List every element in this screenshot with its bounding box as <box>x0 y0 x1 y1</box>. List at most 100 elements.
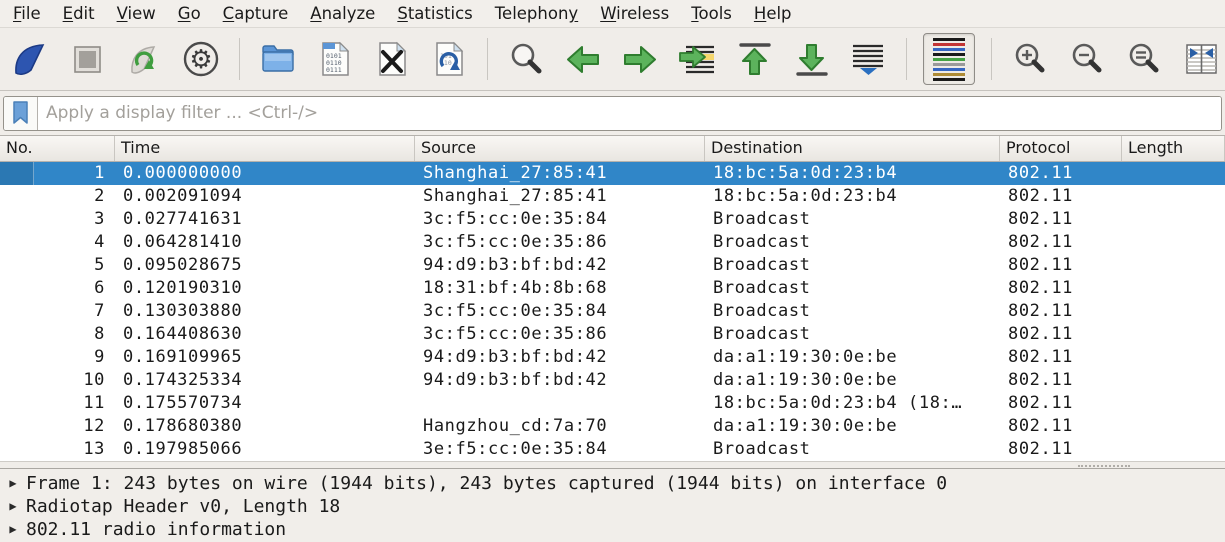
capture-options-button[interactable]: ⚙ <box>179 36 223 82</box>
folder-icon <box>259 40 297 78</box>
auto-scroll-button[interactable] <box>846 36 890 82</box>
open-file-button[interactable] <box>256 36 300 82</box>
menu-item-edit[interactable]: Edit <box>52 1 106 26</box>
packet-no: 12 <box>0 415 115 438</box>
packet-destination: Broadcast <box>705 231 1000 254</box>
packet-row[interactable]: 6 0.120190310 18:31:bf:4b:8b:68 Broadcas… <box>0 277 1225 300</box>
menu-item-go[interactable]: Go <box>167 1 212 26</box>
zoom-normal-button[interactable] <box>1122 36 1166 82</box>
menu-item-statistics[interactable]: Statistics <box>386 1 483 26</box>
packet-source: 3e:f5:cc:0e:35:84 <box>415 438 705 461</box>
detail-tree-item[interactable]: ▶ Frame 1: 243 bytes on wire (1944 bits)… <box>0 472 1225 495</box>
go-last-packet-button[interactable] <box>789 36 833 82</box>
packet-row[interactable]: 7 0.130303880 3c:f5:cc:0e:35:84 Broadcas… <box>0 300 1225 323</box>
packet-destination: 18:bc:5a:0d:23:b4 (18:… <box>705 392 1000 415</box>
pane-splitter[interactable] <box>0 461 1225 469</box>
resize-columns-button[interactable] <box>1179 36 1223 82</box>
packet-no: 1 <box>0 162 115 185</box>
menu-item-wireless[interactable]: Wireless <box>589 1 680 26</box>
menu-item-tools[interactable]: Tools <box>680 1 743 26</box>
packet-length <box>1122 415 1225 438</box>
packet-row[interactable]: 12 0.178680380 Hangzhou_cd:7a:70 da:a1:1… <box>0 415 1225 438</box>
packet-no: 13 <box>0 438 115 461</box>
packet-no: 6 <box>0 277 115 300</box>
packet-destination: Broadcast <box>705 300 1000 323</box>
expander-triangle-icon[interactable]: ▶ <box>0 472 26 495</box>
packet-destination: Broadcast <box>705 254 1000 277</box>
menu-item-file[interactable]: File <box>2 1 52 26</box>
go-forward-button[interactable] <box>618 36 662 82</box>
packet-source: 3c:f5:cc:0e:35:84 <box>415 208 705 231</box>
detail-text: Frame 1: 243 bytes on wire (1944 bits), … <box>26 472 947 495</box>
packet-time: 0.130303880 <box>115 300 415 323</box>
menu-item-capture[interactable]: Capture <box>212 1 300 26</box>
close-file-button[interactable] <box>370 36 414 82</box>
stop-capture-button[interactable] <box>65 36 109 82</box>
expander-triangle-icon[interactable]: ▶ <box>0 495 26 518</box>
packet-time: 0.095028675 <box>115 254 415 277</box>
column-header-time[interactable]: Time <box>115 136 415 161</box>
auto-scroll-icon <box>849 40 887 78</box>
go-first-packet-button[interactable] <box>732 36 776 82</box>
menu-item-help[interactable]: Help <box>743 1 803 26</box>
packet-row[interactable]: 1 0.000000000 Shanghai_27:85:41 18:bc:5a… <box>0 162 1225 185</box>
colorize-packets-button[interactable] <box>923 33 975 85</box>
menu-item-telephony[interactable]: Telephony <box>484 1 589 26</box>
column-header-source[interactable]: Source <box>415 136 705 161</box>
go-to-packet-button[interactable] <box>675 36 719 82</box>
toolbar-separator <box>239 38 240 80</box>
packet-protocol: 802.11 <box>1000 300 1122 323</box>
packet-no: 9 <box>0 346 115 369</box>
column-header-destination[interactable]: Destination <box>705 136 1000 161</box>
packet-source: 3c:f5:cc:0e:35:84 <box>415 300 705 323</box>
restart-capture-button[interactable] <box>122 36 166 82</box>
packet-row[interactable]: 8 0.164408630 3c:f5:cc:0e:35:86 Broadcas… <box>0 323 1225 346</box>
packet-protocol: 802.11 <box>1000 185 1122 208</box>
display-filter-input[interactable] <box>38 97 1221 130</box>
packet-time: 0.000000000 <box>115 162 415 185</box>
gear-icon: ⚙ <box>181 39 221 79</box>
reload-capture-icon: 101 110 <box>430 40 468 78</box>
packet-row[interactable]: 11 0.175570734 18:bc:5a:0d:23:b4 (18:… 8… <box>0 392 1225 415</box>
detail-tree-item[interactable]: ▶ Radiotap Header v0, Length 18 <box>0 495 1225 518</box>
zoom-out-button[interactable] <box>1065 36 1109 82</box>
packet-source: 18:31:bf:4b:8b:68 <box>415 277 705 300</box>
packet-row[interactable]: 3 0.027741631 3c:f5:cc:0e:35:84 Broadcas… <box>0 208 1225 231</box>
zoom-normal-icon <box>1125 40 1163 78</box>
reload-file-button[interactable]: 101 110 <box>427 36 471 82</box>
menu-item-analyze[interactable]: Analyze <box>299 1 386 26</box>
filter-bookmark-button[interactable] <box>4 97 38 130</box>
colorize-icon <box>933 38 965 81</box>
packet-protocol: 802.11 <box>1000 346 1122 369</box>
packet-row[interactable]: 4 0.064281410 3c:f5:cc:0e:35:86 Broadcas… <box>0 231 1225 254</box>
packet-length <box>1122 323 1225 346</box>
column-header-length[interactable]: Length <box>1122 136 1225 161</box>
bookmark-icon <box>11 100 30 126</box>
detail-text: Radiotap Header v0, Length 18 <box>26 495 340 518</box>
packet-destination: Broadcast <box>705 438 1000 461</box>
menu-item-view[interactable]: View <box>106 1 167 26</box>
packet-length <box>1122 392 1225 415</box>
packet-row[interactable]: 5 0.095028675 94:d9:b3:bf:bd:42 Broadcas… <box>0 254 1225 277</box>
save-file-button[interactable]: 0101 0110 0111 <box>313 36 357 82</box>
column-header-no[interactable]: No. <box>0 136 115 161</box>
expander-triangle-icon[interactable]: ▶ <box>0 518 26 541</box>
packet-protocol: 802.11 <box>1000 415 1122 438</box>
packet-source <box>415 392 705 415</box>
packet-row[interactable]: 2 0.002091094 Shanghai_27:85:41 18:bc:5a… <box>0 185 1225 208</box>
start-capture-button[interactable] <box>8 36 52 82</box>
detail-tree-item[interactable]: ▶ 802.11 radio information <box>0 518 1225 541</box>
go-back-button[interactable] <box>561 36 605 82</box>
packet-row[interactable]: 9 0.169109965 94:d9:b3:bf:bd:42 da:a1:19… <box>0 346 1225 369</box>
restart-fin-icon <box>125 40 163 78</box>
find-packet-button[interactable] <box>504 36 548 82</box>
packet-destination: 18:bc:5a:0d:23:b4 <box>705 162 1000 185</box>
packet-length <box>1122 162 1225 185</box>
zoom-in-button[interactable] <box>1008 36 1052 82</box>
packet-source: 94:d9:b3:bf:bd:42 <box>415 369 705 392</box>
packet-protocol: 802.11 <box>1000 277 1122 300</box>
column-header-protocol[interactable]: Protocol <box>1000 136 1122 161</box>
packet-destination: Broadcast <box>705 323 1000 346</box>
packet-row[interactable]: 10 0.174325334 94:d9:b3:bf:bd:42 da:a1:1… <box>0 369 1225 392</box>
packet-row[interactable]: 13 0.197985066 3e:f5:cc:0e:35:84 Broadca… <box>0 438 1225 461</box>
